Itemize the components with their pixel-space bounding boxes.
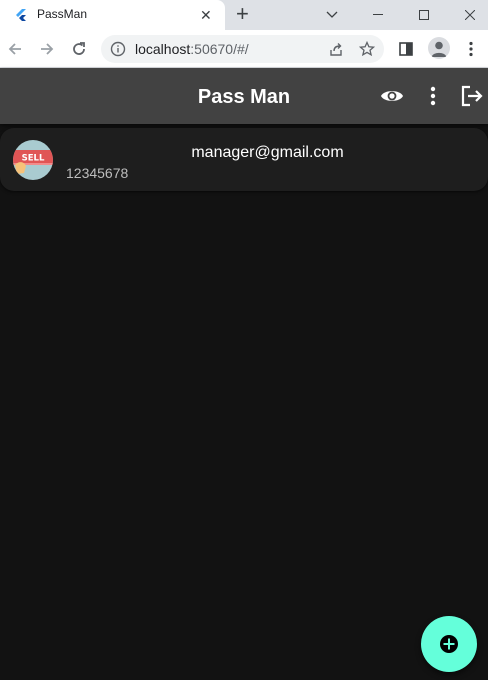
address-bar[interactable]: localhost:50670/#/	[101, 35, 384, 63]
forward-icon[interactable]	[36, 38, 58, 60]
url-text: localhost:50670/#/	[135, 41, 249, 57]
tab-close-icon[interactable]: ✕	[200, 7, 212, 23]
browser-tab-strip: PassMan ✕ +	[0, 0, 488, 30]
side-panel-icon[interactable]	[395, 38, 417, 60]
site-info-icon[interactable]	[110, 41, 126, 57]
add-entry-button[interactable]	[421, 616, 477, 672]
window-close-icon[interactable]	[447, 0, 488, 30]
logout-icon[interactable]	[460, 84, 484, 108]
url-path: :50670/#/	[190, 41, 249, 57]
app-bar: Pass Man	[0, 68, 488, 124]
minimize-icon[interactable]	[355, 0, 401, 30]
tab-title: PassMan	[37, 7, 88, 21]
flutter-logo-icon	[16, 9, 26, 21]
more-vert-icon[interactable]	[421, 84, 445, 108]
browser-tab[interactable]: PassMan ✕	[0, 0, 225, 30]
url-host: localhost	[135, 41, 191, 57]
entry-password: 12345678	[66, 165, 129, 181]
reload-icon[interactable]	[68, 38, 90, 60]
eye-icon[interactable]	[380, 84, 404, 108]
tab-search-icon[interactable]	[309, 0, 355, 30]
back-icon[interactable]	[4, 38, 26, 60]
browser-toolbar: localhost:50670/#/	[0, 30, 488, 68]
add-circle-icon	[440, 635, 458, 653]
password-entry-card[interactable]: SELL manager@gmail.com 12345678	[0, 128, 488, 191]
entry-email: manager@gmail.com	[191, 144, 344, 161]
page-title: Pass Man	[197, 86, 291, 108]
new-tab-icon[interactable]: +	[236, 2, 249, 26]
maximize-icon[interactable]	[401, 0, 447, 30]
bookmark-star-icon[interactable]	[358, 40, 376, 58]
share-icon[interactable]	[327, 40, 345, 58]
browser-menu-icon[interactable]	[460, 38, 482, 60]
profile-avatar-icon[interactable]	[428, 37, 450, 59]
